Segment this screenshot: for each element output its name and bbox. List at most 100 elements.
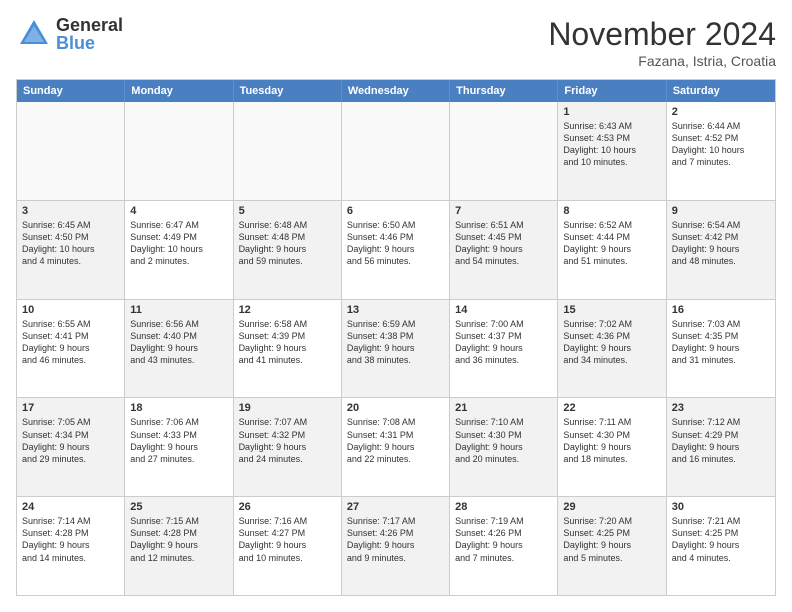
calendar-header-day: Tuesday [234, 80, 342, 102]
day-info: Sunrise: 7:14 AM Sunset: 4:28 PM Dayligh… [22, 515, 119, 564]
calendar-row: 17 Sunrise: 7:05 AM Sunset: 4:34 PM Dayli… [17, 398, 775, 497]
day-number: 6 [347, 205, 444, 217]
page: General Blue November 2024 Fazana, Istri… [0, 0, 792, 612]
day-number: 26 [239, 501, 336, 513]
calendar-cell: 28Sunrise: 7:19 AM Sunset: 4:26 PM Dayli… [450, 497, 558, 595]
calendar-cell [342, 102, 450, 200]
day-info: Sunrise: 6:52 AM Sunset: 4:44 PM Dayligh… [563, 219, 660, 268]
calendar-body: 1 Sunrise: 6:43 AM Sunset: 4:53 PM Daylig… [17, 102, 775, 595]
calendar-cell: 30 Sunrise: 7:21 AM Sunset: 4:25 PM Dayli… [667, 497, 775, 595]
day-info: Sunrise: 6:51 AM Sunset: 4:45 PM Dayligh… [455, 219, 552, 268]
day-info: Sunrise: 7:08 AM Sunset: 4:31 PM Dayligh… [347, 416, 444, 465]
day-number: 29 [563, 501, 660, 513]
calendar-cell: 17 Sunrise: 7:05 AM Sunset: 4:34 PM Dayli… [17, 398, 125, 496]
day-info: Sunrise: 6:43 AM Sunset: 4:53 PM Dayligh… [563, 120, 660, 169]
calendar: SundayMondayTuesdayWednesdayThursdayFrid… [16, 79, 776, 596]
day-info: Sunrise: 7:03 AM Sunset: 4:35 PM Dayligh… [672, 318, 770, 367]
day-info: Sunrise: 6:59 AM Sunset: 4:38 PM Dayligh… [347, 318, 444, 367]
calendar-cell: 8 Sunrise: 6:52 AM Sunset: 4:44 PM Daylig… [558, 201, 666, 299]
calendar-cell: 21 Sunrise: 7:10 AM Sunset: 4:30 PM Dayli… [450, 398, 558, 496]
day-info: Sunrise: 7:12 AM Sunset: 4:29 PM Dayligh… [672, 416, 770, 465]
calendar-header-day: Saturday [667, 80, 775, 102]
day-info: Sunrise: 6:44 AM Sunset: 4:52 PM Dayligh… [672, 120, 770, 169]
calendar-header: SundayMondayTuesdayWednesdayThursdayFrid… [17, 80, 775, 102]
calendar-cell: 4 Sunrise: 6:47 AM Sunset: 4:49 PM Daylig… [125, 201, 233, 299]
calendar-row: 10 Sunrise: 6:55 AM Sunset: 4:41 PM Dayli… [17, 300, 775, 399]
day-info: Sunrise: 6:58 AM Sunset: 4:39 PM Dayligh… [239, 318, 336, 367]
day-number: 7 [455, 205, 552, 217]
day-number: 22 [563, 402, 660, 414]
day-info: Sunrise: 6:56 AM Sunset: 4:40 PM Dayligh… [130, 318, 227, 367]
calendar-cell: 26 Sunrise: 7:16 AM Sunset: 4:27 PM Dayli… [234, 497, 342, 595]
day-number: 4 [130, 205, 227, 217]
day-info: Sunrise: 7:06 AM Sunset: 4:33 PM Dayligh… [130, 416, 227, 465]
calendar-cell [125, 102, 233, 200]
day-info: Sunrise: 6:50 AM Sunset: 4:46 PM Dayligh… [347, 219, 444, 268]
calendar-row: 3 Sunrise: 6:45 AM Sunset: 4:50 PM Daylig… [17, 201, 775, 300]
day-info: Sunrise: 6:45 AM Sunset: 4:50 PM Dayligh… [22, 219, 119, 268]
calendar-cell [234, 102, 342, 200]
calendar-cell: 1 Sunrise: 6:43 AM Sunset: 4:53 PM Daylig… [558, 102, 666, 200]
logo: General Blue [16, 16, 123, 52]
day-number: 25 [130, 501, 227, 513]
header: General Blue November 2024 Fazana, Istri… [16, 16, 776, 69]
day-info: Sunrise: 7:21 AM Sunset: 4:25 PM Dayligh… [672, 515, 770, 564]
day-info: Sunrise: 6:54 AM Sunset: 4:42 PM Dayligh… [672, 219, 770, 268]
calendar-header-day: Wednesday [342, 80, 450, 102]
day-number: 14 [455, 304, 552, 316]
calendar-cell: 24Sunrise: 7:14 AM Sunset: 4:28 PM Dayli… [17, 497, 125, 595]
day-info: Sunrise: 7:05 AM Sunset: 4:34 PM Dayligh… [22, 416, 119, 465]
calendar-cell: 15 Sunrise: 7:02 AM Sunset: 4:36 PM Dayli… [558, 300, 666, 398]
day-number: 21 [455, 402, 552, 414]
day-info: Sunrise: 7:19 AM Sunset: 4:26 PM Dayligh… [455, 515, 552, 564]
calendar-cell: 9 Sunrise: 6:54 AM Sunset: 4:42 PM Daylig… [667, 201, 775, 299]
logo-icon [16, 16, 52, 52]
day-info: Sunrise: 7:00 AM Sunset: 4:37 PM Dayligh… [455, 318, 552, 367]
day-number: 27 [347, 501, 444, 513]
calendar-cell: 7 Sunrise: 6:51 AM Sunset: 4:45 PM Daylig… [450, 201, 558, 299]
day-number: 11 [130, 304, 227, 316]
day-info: Sunrise: 7:10 AM Sunset: 4:30 PM Dayligh… [455, 416, 552, 465]
logo-blue: Blue [56, 34, 123, 52]
day-number: 17 [22, 402, 119, 414]
calendar-cell: 22 Sunrise: 7:11 AM Sunset: 4:30 PM Dayli… [558, 398, 666, 496]
month-title: November 2024 [548, 16, 776, 53]
day-info: Sunrise: 6:55 AM Sunset: 4:41 PM Dayligh… [22, 318, 119, 367]
day-number: 8 [563, 205, 660, 217]
calendar-cell [450, 102, 558, 200]
calendar-cell: 11 Sunrise: 6:56 AM Sunset: 4:40 PM Dayli… [125, 300, 233, 398]
calendar-cell: 19Sunrise: 7:07 AM Sunset: 4:32 PM Dayli… [234, 398, 342, 496]
day-info: Sunrise: 6:48 AM Sunset: 4:48 PM Dayligh… [239, 219, 336, 268]
day-number: 10 [22, 304, 119, 316]
calendar-row: 24Sunrise: 7:14 AM Sunset: 4:28 PM Dayli… [17, 497, 775, 595]
logo-text: General Blue [56, 16, 123, 52]
day-info: Sunrise: 7:11 AM Sunset: 4:30 PM Dayligh… [563, 416, 660, 465]
day-info: Sunrise: 6:47 AM Sunset: 4:49 PM Dayligh… [130, 219, 227, 268]
calendar-cell: 2Sunrise: 6:44 AM Sunset: 4:52 PM Daylig… [667, 102, 775, 200]
calendar-cell: 6 Sunrise: 6:50 AM Sunset: 4:46 PM Daylig… [342, 201, 450, 299]
calendar-cell: 27Sunrise: 7:17 AM Sunset: 4:26 PM Dayli… [342, 497, 450, 595]
day-number: 20 [347, 402, 444, 414]
day-number: 12 [239, 304, 336, 316]
calendar-cell: 10 Sunrise: 6:55 AM Sunset: 4:41 PM Dayli… [17, 300, 125, 398]
calendar-cell: 12 Sunrise: 6:58 AM Sunset: 4:39 PM Dayli… [234, 300, 342, 398]
day-info: Sunrise: 7:02 AM Sunset: 4:36 PM Dayligh… [563, 318, 660, 367]
day-number: 3 [22, 205, 119, 217]
calendar-cell [17, 102, 125, 200]
day-number: 5 [239, 205, 336, 217]
calendar-cell: 5 Sunrise: 6:48 AM Sunset: 4:48 PM Daylig… [234, 201, 342, 299]
day-number: 23 [672, 402, 770, 414]
calendar-cell: 25Sunrise: 7:15 AM Sunset: 4:28 PM Dayli… [125, 497, 233, 595]
calendar-cell: 3 Sunrise: 6:45 AM Sunset: 4:50 PM Daylig… [17, 201, 125, 299]
day-info: Sunrise: 7:16 AM Sunset: 4:27 PM Dayligh… [239, 515, 336, 564]
day-number: 9 [672, 205, 770, 217]
calendar-cell: 16Sunrise: 7:03 AM Sunset: 4:35 PM Dayli… [667, 300, 775, 398]
location: Fazana, Istria, Croatia [548, 53, 776, 69]
calendar-header-day: Monday [125, 80, 233, 102]
day-number: 15 [563, 304, 660, 316]
calendar-cell: 20 Sunrise: 7:08 AM Sunset: 4:31 PM Dayli… [342, 398, 450, 496]
day-number: 1 [563, 106, 660, 118]
calendar-header-day: Thursday [450, 80, 558, 102]
day-number: 30 [672, 501, 770, 513]
day-number: 19 [239, 402, 336, 414]
